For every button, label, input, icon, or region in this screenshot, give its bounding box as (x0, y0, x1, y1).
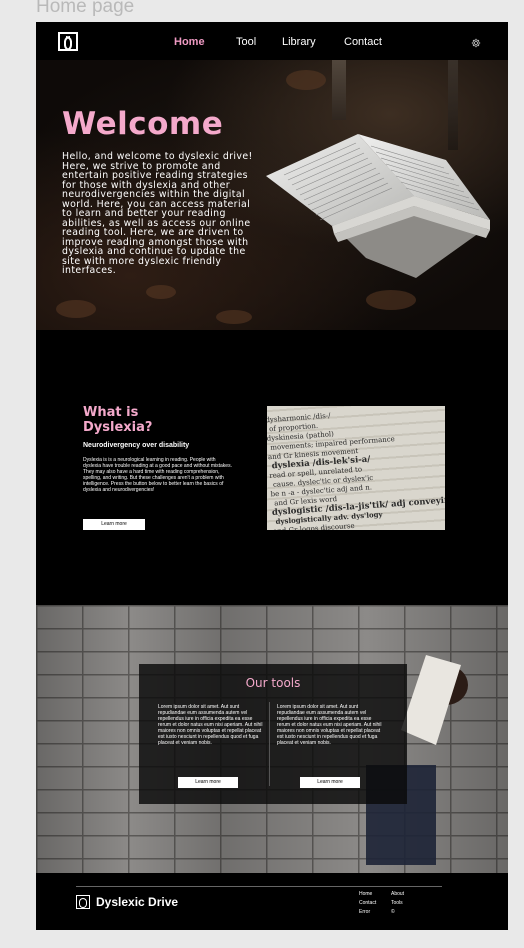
footer-link-tools[interactable]: Tools (391, 900, 403, 906)
top-nav: Home Tool Library Contact (36, 22, 508, 60)
dictionary-image: dysharmonic /dis-/of proportion. dyskines… (267, 406, 445, 530)
tools-title: Our tools (245, 676, 301, 690)
dictionary-text-overlay: dysharmonic /dis-/of proportion.dyskines… (267, 412, 445, 530)
dyslexia-learn-more-button[interactable]: Learn more (83, 519, 145, 530)
dyslexia-section: What is Dyslexia? Neurodivergency over d… (36, 330, 508, 605)
tools-section: Our tools Lorem ipsum dolor sit amet. Au… (36, 605, 508, 873)
home-page: Home Tool Library Contact Welcome Hello,… (36, 22, 508, 930)
tools-divider (269, 702, 270, 786)
dyslexia-description: Dyslexia is is a neurological learning i… (83, 457, 232, 493)
hero-intro-text: Hello, and welcome to dyslexic drive! He… (62, 151, 253, 276)
leaf-decoration (146, 285, 176, 299)
tool-description-2: Lorem ipsum dolor sit amet. Aut sunt rep… (277, 704, 382, 746)
leaf-decoration (216, 310, 252, 324)
dyslexia-title: What is Dyslexia? (83, 405, 153, 435)
tool-description-1: Lorem ipsum dolor sit amet. Aut sunt rep… (158, 704, 263, 746)
gear-icon[interactable] (471, 38, 481, 48)
tool-2-learn-more-button[interactable]: Learn more (300, 777, 360, 788)
footer-copyright: © (391, 909, 395, 915)
nav-tool[interactable]: Tool (236, 36, 256, 48)
open-book-image (266, 134, 490, 278)
nav-home[interactable]: Home (174, 36, 205, 48)
leaf-decoration (286, 70, 326, 90)
leaf-decoration (56, 300, 96, 318)
footer-link-home[interactable]: Home (359, 891, 372, 897)
footer-link-about[interactable]: About (391, 891, 404, 897)
footer-link-contact[interactable]: Contact (359, 900, 376, 906)
footer: Dyslexic Drive Home About Contact Tools … (36, 873, 508, 930)
nav-library[interactable]: Library (282, 36, 316, 48)
footer-divider (76, 886, 442, 887)
tools-panel: Our tools Lorem ipsum dolor sit amet. Au… (139, 664, 407, 804)
hero-section: Welcome Hello, and welcome to dyslexic d… (36, 60, 508, 330)
frame-label: Home page (36, 0, 135, 17)
footer-logo-icon[interactable] (76, 895, 90, 909)
hero-title: Welcome (62, 106, 224, 142)
tool-1-learn-more-button[interactable]: Learn more (178, 777, 238, 788)
leaf-decoration (366, 290, 416, 310)
footer-brand: Dyslexic Drive (96, 895, 179, 909)
footer-link-error[interactable]: Error (359, 909, 370, 915)
nav-contact[interactable]: Contact (344, 36, 382, 48)
dyslexia-subtitle: Neurodivergency over disability (83, 442, 190, 449)
logo-icon[interactable] (58, 32, 78, 51)
